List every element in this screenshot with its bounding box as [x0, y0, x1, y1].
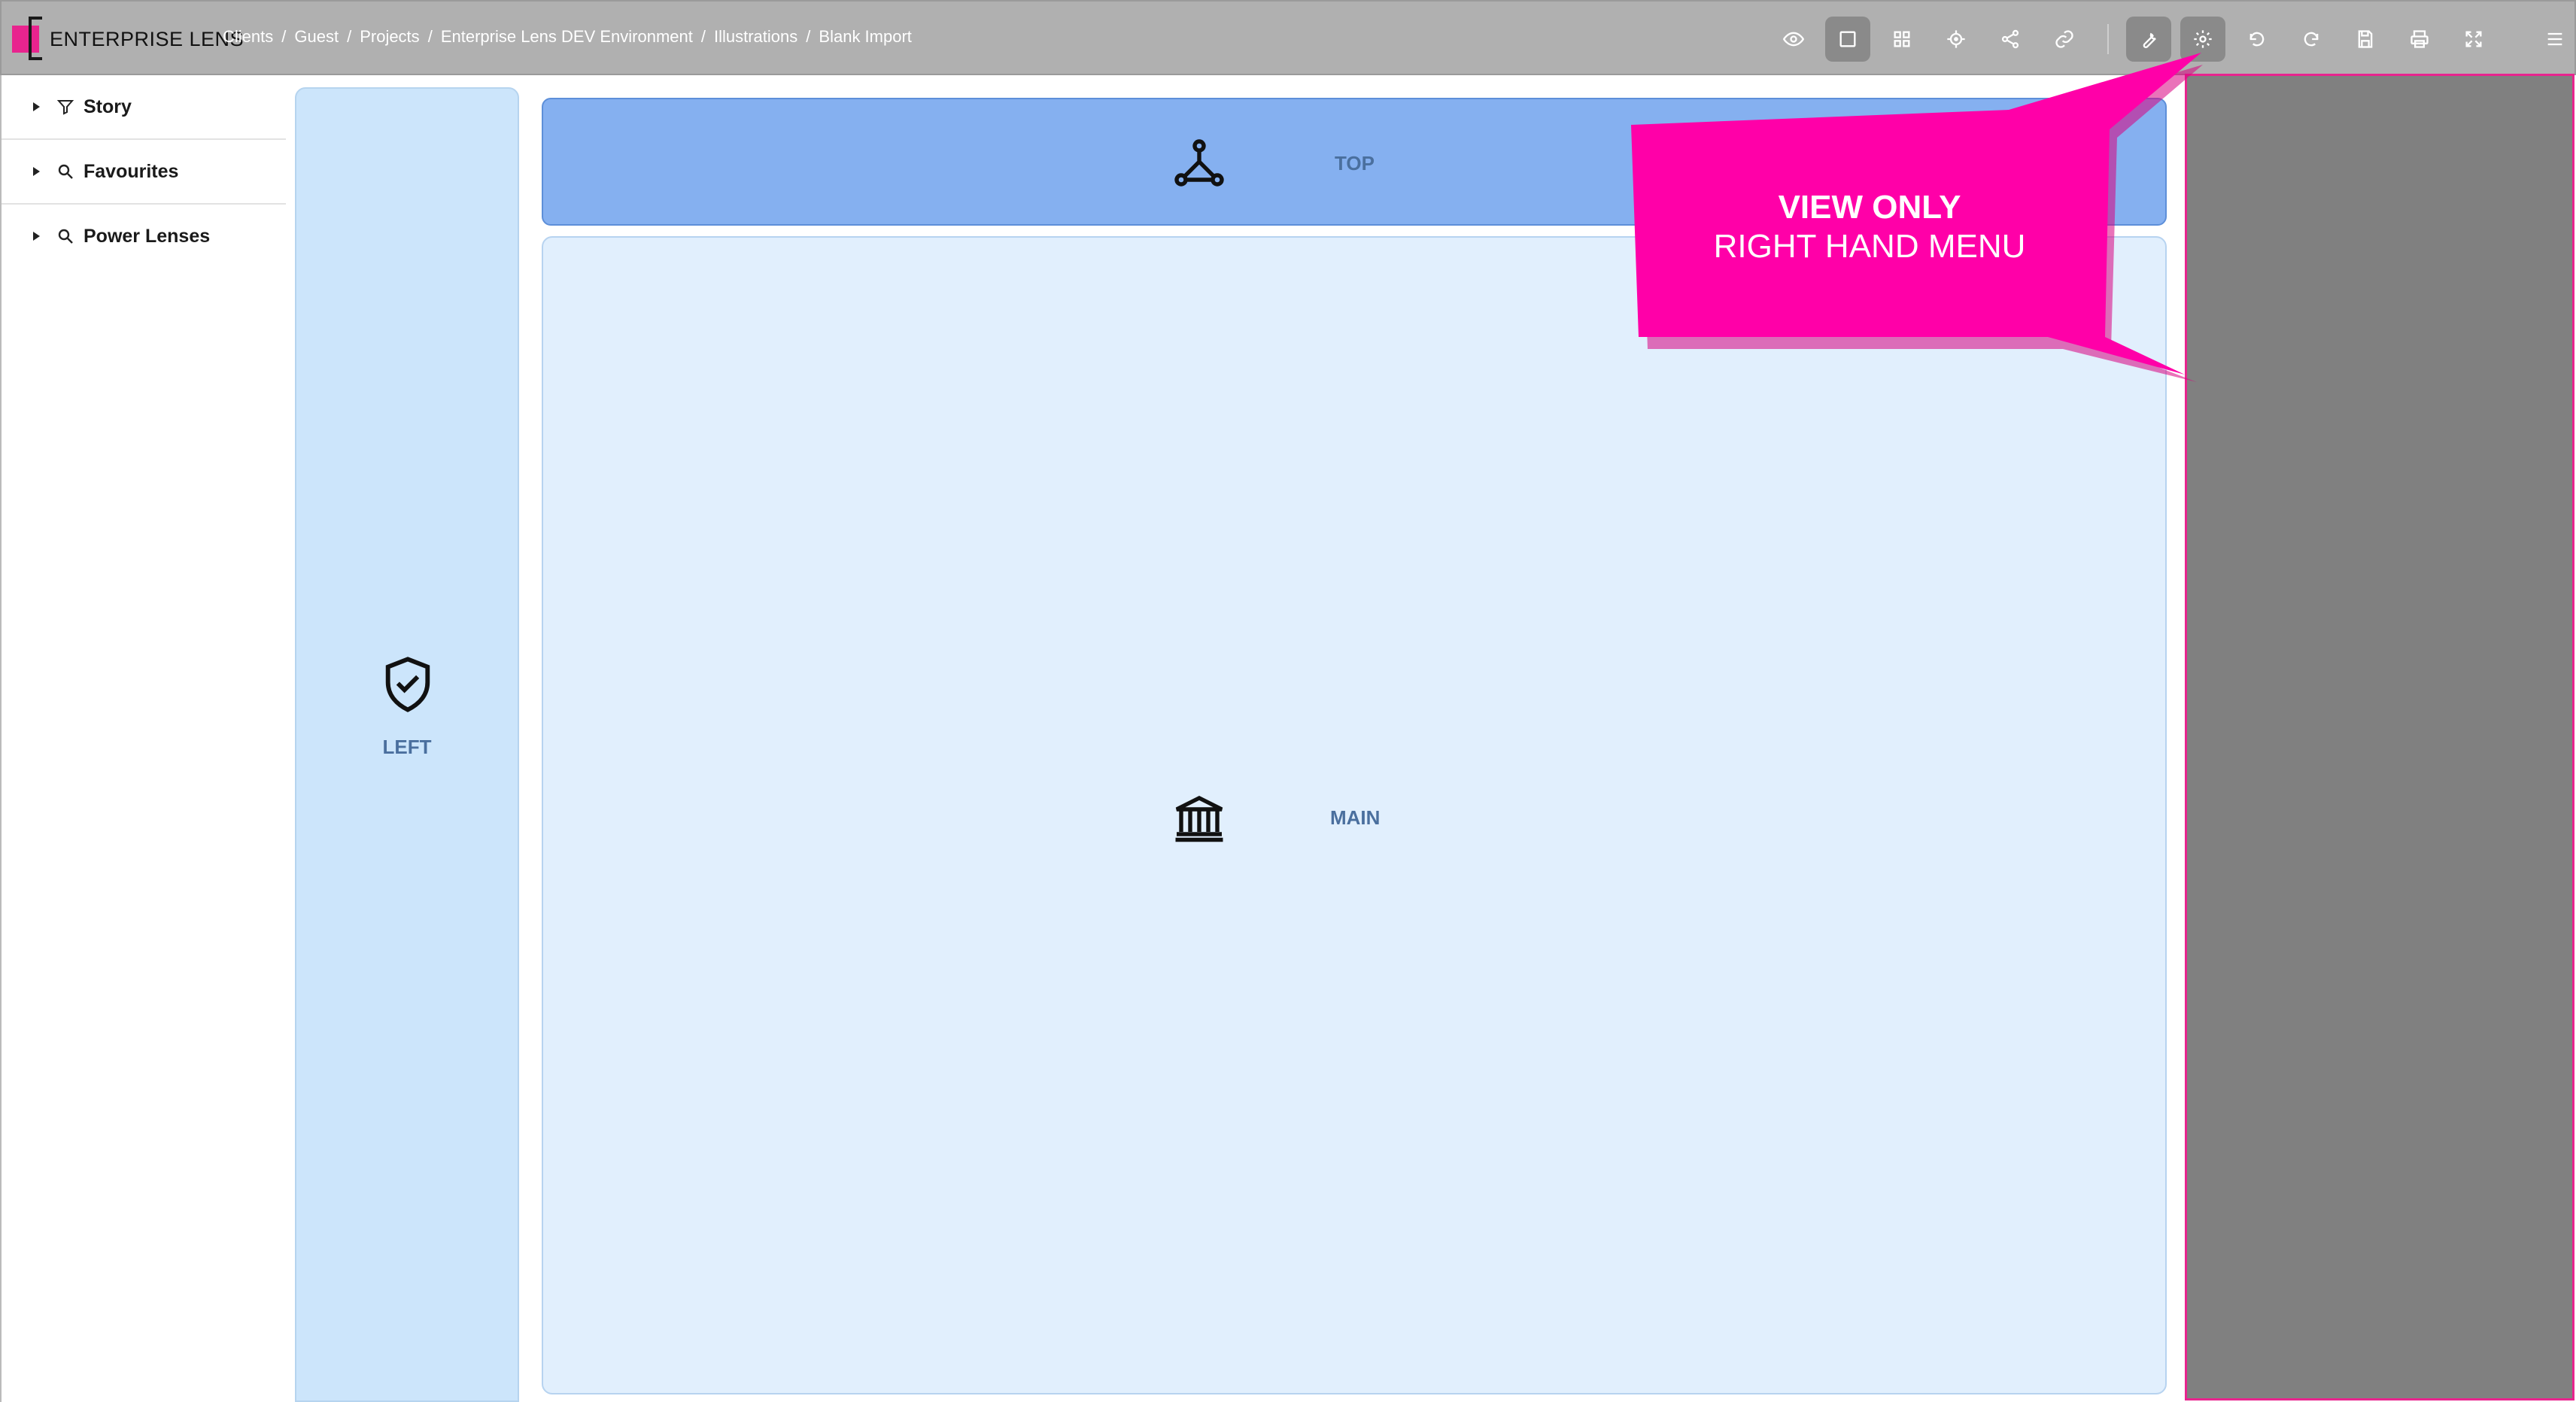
target-button[interactable] — [1934, 17, 1979, 62]
expand-caret-icon[interactable] — [33, 102, 40, 111]
breadcrumb-separator: / — [281, 27, 287, 46]
left-region-label: LEFT — [382, 736, 432, 758]
view-button[interactable] — [1771, 17, 1816, 62]
nav-item-story[interactable]: Story — [23, 75, 286, 138]
callout-subtitle: RIGHT HAND MENU — [1713, 228, 2026, 265]
eye-icon — [1783, 32, 1804, 47]
breadcrumb-item-blank-import[interactable]: Blank Import — [819, 27, 912, 47]
logo-text: ENTERPRISE LENS — [50, 27, 245, 50]
menu-button[interactable] — [2532, 17, 2576, 62]
breadcrumb-separator: / — [806, 27, 811, 46]
filter-icon — [56, 100, 74, 115]
breadcrumb-separator: / — [427, 27, 433, 46]
main-region[interactable]: MAIN — [542, 236, 2167, 1394]
expand-caret-icon[interactable] — [33, 167, 40, 176]
shield-check-icon — [385, 657, 430, 712]
right-hand-menu-panel[interactable] — [2185, 74, 2574, 1400]
left-region[interactable]: LEFT — [295, 87, 519, 1402]
square-icon — [1839, 31, 1856, 47]
expand-caret-icon[interactable] — [33, 232, 40, 241]
breadcrumb-item-clients[interactable]: Clients — [223, 27, 273, 47]
menu-icon — [2547, 32, 2562, 46]
nav-item-label: Story — [84, 96, 132, 117]
fullscreen-button[interactable] — [2451, 17, 2496, 62]
nav-item-label: Favourites — [84, 160, 179, 182]
redo-button[interactable] — [2289, 17, 2334, 62]
breadcrumb: Clients / Guest / Projects / Enterprise … — [223, 27, 912, 47]
top-bar: ENTERPRISE LENS Clients / Guest / Projec… — [0, 0, 2576, 75]
logo-bracket — [29, 17, 42, 60]
save-icon — [2358, 30, 2373, 48]
breadcrumb-item-guest[interactable]: Guest — [294, 27, 339, 47]
undo-icon — [2249, 32, 2265, 47]
nav-item-favourites[interactable]: Favourites — [23, 140, 286, 203]
bank-icon — [1175, 795, 1223, 842]
fullscreen-icon — [2465, 31, 2482, 47]
toolbar-divider — [2107, 24, 2109, 54]
logo-mark — [12, 17, 42, 60]
breadcrumb-separator: / — [347, 27, 352, 46]
breadcrumb-item-illustrations[interactable]: Illustrations — [714, 27, 797, 47]
redo-icon — [2304, 32, 2319, 47]
left-navigation: Story Favourites Power Lenses — [0, 75, 286, 1402]
link-button[interactable] — [2042, 17, 2087, 62]
wrench-icon — [2143, 32, 2156, 48]
save-button[interactable] — [2343, 17, 2388, 62]
callout-title: VIEW ONLY — [1778, 189, 1961, 226]
search-icon — [58, 229, 73, 244]
grid-button[interactable] — [1879, 17, 1924, 62]
gear-icon — [2194, 30, 2212, 48]
target-icon — [1947, 30, 1965, 48]
top-region-label: TOP — [1335, 152, 1375, 174]
settings-button[interactable] — [2180, 17, 2225, 62]
link-icon — [2055, 30, 2073, 48]
nav-item-label: Power Lenses — [84, 225, 211, 247]
callout-text: VIEW ONLY RIGHT HAND MENU — [1633, 188, 2107, 266]
nav-item-power-lenses[interactable]: Power Lenses — [23, 205, 286, 268]
app-logo[interactable]: ENTERPRISE LENS — [12, 15, 244, 63]
share-button[interactable] — [1988, 17, 2033, 62]
main-region-label: MAIN — [1330, 806, 1381, 829]
edit-button[interactable] — [2126, 17, 2171, 62]
print-icon — [2410, 30, 2429, 48]
breadcrumb-item-projects[interactable]: Projects — [360, 27, 419, 47]
breadcrumb-item-environment[interactable]: Enterprise Lens DEV Environment — [441, 27, 693, 47]
grid-icon — [1894, 31, 1910, 47]
undo-button[interactable] — [2234, 17, 2280, 62]
share-icon — [2001, 29, 2019, 49]
print-button[interactable] — [2397, 17, 2442, 62]
search-icon — [58, 164, 73, 179]
network-icon — [1174, 139, 1224, 187]
frame-button[interactable] — [1825, 17, 1870, 62]
breadcrumb-separator: / — [700, 27, 706, 46]
